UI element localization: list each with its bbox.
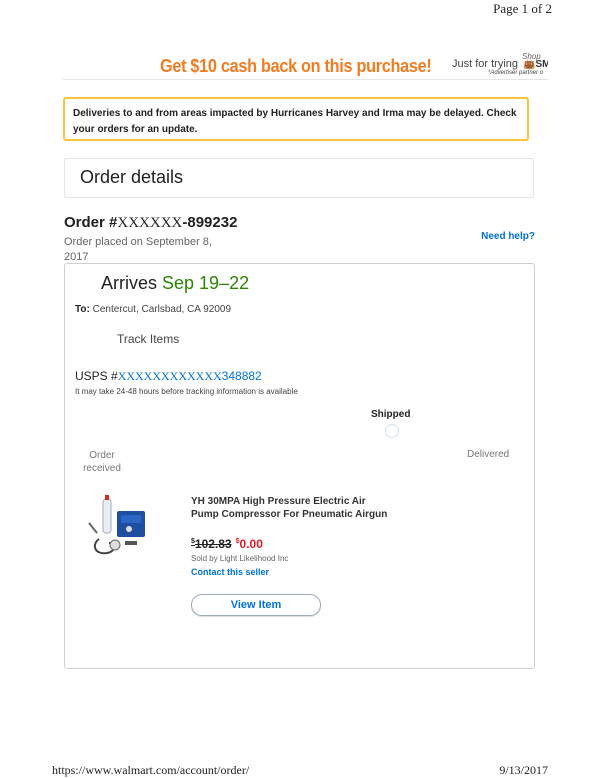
air-compressor-icon xyxy=(88,495,145,555)
status-delivered-label: Delivered xyxy=(467,449,510,460)
partner-brand-name: 👜SMA xyxy=(523,59,548,70)
order-number-suffix: -899232 xyxy=(182,214,238,231)
order-placed-date: Order placed on September 8, 2017 xyxy=(64,236,212,263)
view-item-button[interactable]: View Item xyxy=(191,594,321,616)
partner-brand-text: SMA xyxy=(535,59,548,70)
need-help-link[interactable]: Need help? xyxy=(481,231,535,242)
arrival-estimate: Arrives Sep 19–22 xyxy=(101,273,249,294)
status-indicator-icon xyxy=(385,424,399,438)
product-image[interactable] xyxy=(81,493,161,563)
usps-tracking-link[interactable]: XXXXXXXXXXXX348882 xyxy=(118,369,262,383)
arrives-label: Arrives xyxy=(101,273,163,293)
status-order-received-label: Order received xyxy=(83,450,121,474)
cashback-promo-banner[interactable]: Get $10 cash back on this purchase! xyxy=(160,56,432,77)
partner-text: Just for trying xyxy=(452,58,519,70)
usps-label: USPS # xyxy=(75,369,118,383)
contact-seller-link[interactable]: Contact this seller xyxy=(191,567,269,577)
usps-suffix: 348882 xyxy=(221,369,262,383)
original-price: $102.83 xyxy=(191,537,232,551)
sale-price-value: 0.00 xyxy=(239,537,263,551)
usps-tracking-number: USPS #XXXXXXXXXXXX348882 xyxy=(75,369,262,384)
page-title: Order details xyxy=(80,167,184,187)
promo-amount: $10 xyxy=(190,56,217,76)
arrives-date: Sep 19–22 xyxy=(162,273,250,293)
seller-info: Sold by Light Likelihood Inc xyxy=(191,554,289,563)
status-shipped-label: Shipped xyxy=(371,409,411,420)
promo-text-post: cash back on this purchase! xyxy=(216,56,432,76)
track-items-heading: Track Items xyxy=(117,332,180,346)
product-name-link[interactable]: YH 30MPA High Pressure Electric Air Pump… xyxy=(191,495,391,521)
sale-price: $0.00 xyxy=(236,537,263,551)
hurricane-alert: Deliveries to and from areas impacted by… xyxy=(63,97,529,141)
bag-icon: 👜 xyxy=(523,59,536,70)
order-number-prefix: Order # xyxy=(64,214,118,231)
ship-to-address: To: Centercut, Carlsbad, CA 92009 xyxy=(75,304,231,315)
product-price: $102.83 $0.00 xyxy=(191,537,263,551)
order-number-masked: XXXXXX xyxy=(117,215,183,231)
order-number: Order #XXXXXX-899232 xyxy=(64,214,237,232)
tracking-note: It may take 24-48 hours before tracking … xyxy=(75,387,298,396)
original-price-value: 102.83 xyxy=(194,537,232,551)
partner-note: *Advertiser partner o xyxy=(488,70,544,76)
ship-to-label: To: xyxy=(75,304,90,315)
page-number: Page 1 of 2 xyxy=(493,1,552,16)
usps-masked: XXXXXXXXXXXX xyxy=(117,369,222,383)
header-divider xyxy=(63,79,548,80)
ship-to-value: Centercut, Carlsbad, CA 92009 xyxy=(92,304,232,315)
promo-text-pre: Get xyxy=(160,56,191,76)
shop-partner-logo[interactable]: Just for trying Shop 👜SMA *Advertiser pa… xyxy=(452,52,548,78)
